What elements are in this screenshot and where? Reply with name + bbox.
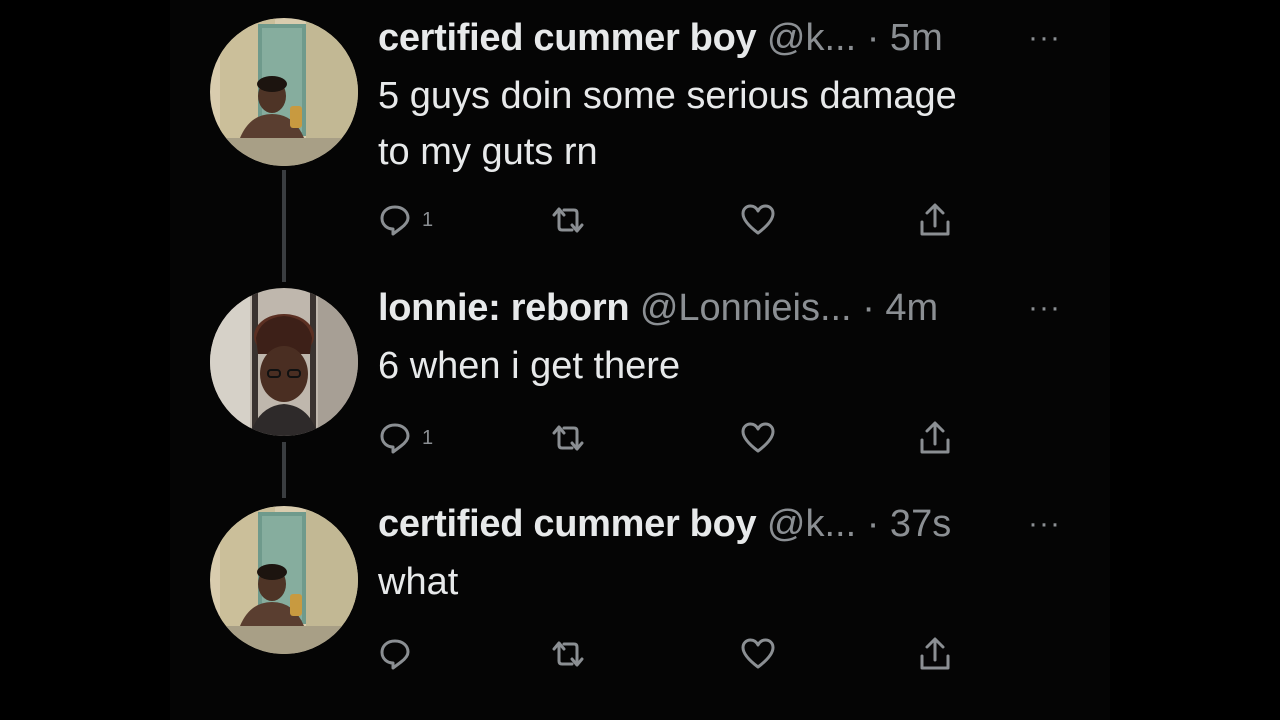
retweet-icon — [548, 203, 588, 237]
tweet-content: lonnie: reborn @Lonnieis... · 4m ··· 6 w… — [378, 288, 1078, 394]
like-button[interactable] — [740, 634, 776, 674]
tweet-header: certified cummer boy @k... · 37s ··· — [378, 504, 1078, 544]
like-icon — [740, 203, 776, 237]
reply-button[interactable] — [378, 634, 422, 674]
tweet-content: certified cummer boy @k... · 5m ··· 5 gu… — [378, 18, 1078, 180]
share-icon — [918, 636, 952, 672]
reply-icon — [378, 421, 412, 455]
tweet[interactable]: certified cummer boy @k... · 37s ··· wha… — [170, 488, 1110, 720]
retweet-button[interactable] — [548, 200, 588, 240]
avatar[interactable] — [210, 18, 358, 166]
like-button[interactable] — [740, 200, 776, 240]
tweet-text: 5 guys doin some serious damage to my gu… — [378, 75, 957, 173]
avatar[interactable] — [210, 288, 358, 436]
tweet-actions: 1 — [378, 418, 978, 458]
like-button[interactable] — [740, 418, 776, 458]
tweet[interactable]: certified cummer boy @k... · 5m ··· 5 gu… — [170, 0, 1110, 270]
tweet-header: certified cummer boy @k... · 5m ··· — [378, 18, 1078, 58]
author-name[interactable]: certified cummer boy — [378, 503, 757, 545]
share-button[interactable] — [918, 200, 952, 240]
tweet-actions — [378, 634, 978, 674]
tweet-actions: 1 — [378, 200, 978, 240]
more-options-icon[interactable]: ··· — [1028, 504, 1061, 544]
person-dreadlocks-avatar-image — [210, 288, 358, 436]
like-icon — [740, 637, 776, 671]
timestamp[interactable]: · 4m — [862, 287, 938, 329]
more-options-icon[interactable]: ··· — [1028, 18, 1061, 58]
avatar[interactable] — [210, 506, 358, 654]
reply-count: 1 — [422, 208, 434, 231]
tweet-header: lonnie: reborn @Lonnieis... · 4m ··· — [378, 288, 1078, 328]
author-name[interactable]: certified cummer boy — [378, 17, 757, 59]
person-selfie-avatar-image — [210, 18, 358, 166]
more-options-icon[interactable]: ··· — [1028, 288, 1061, 328]
tweet[interactable]: lonnie: reborn @Lonnieis... · 4m ··· 6 w… — [170, 270, 1110, 500]
timestamp[interactable]: · 37s — [867, 503, 951, 545]
reply-button[interactable]: 1 — [378, 418, 433, 458]
share-button[interactable] — [918, 634, 952, 674]
author-name[interactable]: lonnie: reborn — [378, 287, 630, 329]
author-handle[interactable]: @Lonnieis... — [640, 287, 852, 329]
reply-icon — [378, 203, 412, 237]
retweet-button[interactable] — [548, 634, 588, 674]
share-icon — [918, 420, 952, 456]
timestamp[interactable]: · 5m — [867, 17, 943, 59]
share-button[interactable] — [918, 418, 952, 458]
like-icon — [740, 421, 776, 455]
author-handle[interactable]: @k... — [767, 17, 856, 59]
reply-icon — [378, 637, 412, 671]
person-selfie-avatar-image — [210, 506, 358, 654]
retweet-button[interactable] — [548, 418, 588, 458]
tweet-thread: certified cummer boy @k... · 5m ··· 5 gu… — [170, 0, 1110, 720]
share-icon — [918, 202, 952, 238]
retweet-icon — [548, 637, 588, 671]
author-handle[interactable]: @k... — [767, 503, 856, 545]
reply-count: 1 — [422, 426, 434, 449]
tweet-content: certified cummer boy @k... · 37s ··· wha… — [378, 504, 1078, 610]
retweet-icon — [548, 421, 588, 455]
screen: certified cummer boy @k... · 5m ··· 5 gu… — [0, 0, 1280, 720]
reply-button[interactable]: 1 — [378, 200, 433, 240]
tweet-text: 6 when i get there — [378, 345, 681, 387]
tweet-text: what — [378, 561, 459, 603]
